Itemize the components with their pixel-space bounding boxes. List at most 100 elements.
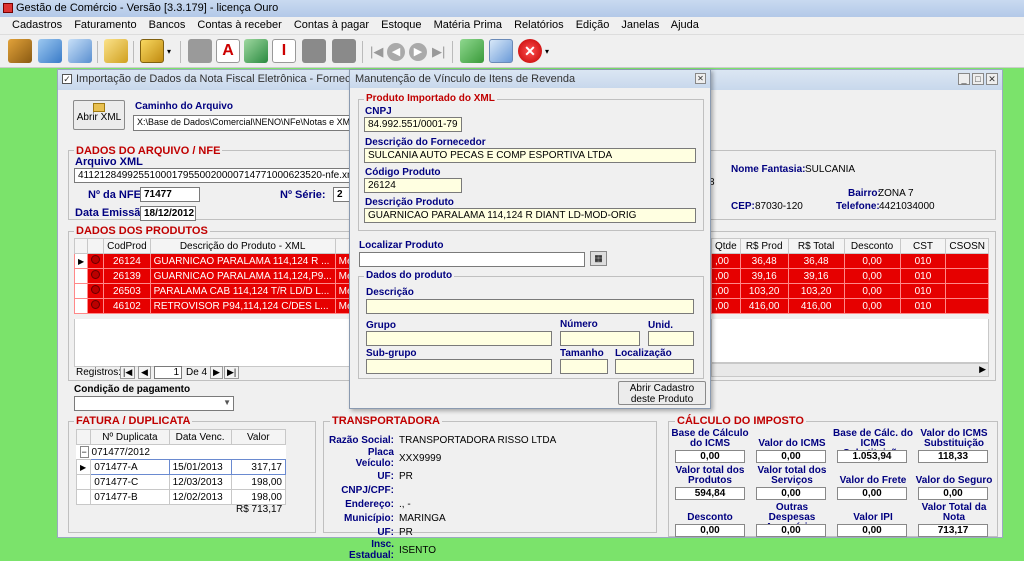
- close-icon[interactable]: ✕: [518, 39, 542, 63]
- status-dot-icon: [91, 255, 101, 264]
- table-row[interactable]: ,00 39,16 39,16 0,00 010: [711, 268, 989, 284]
- money-icon[interactable]: [460, 39, 484, 63]
- subgrupo-label: Sub-grupo: [366, 348, 417, 359]
- table-row[interactable]: 26503 PARALAMA CAB 114,124 T/R LD/D L...…: [73, 283, 385, 299]
- menu-cadastros[interactable]: Cadastros: [12, 19, 62, 31]
- descricao-field[interactable]: [366, 299, 694, 314]
- key-icon[interactable]: [140, 39, 164, 63]
- caminho-field[interactable]: X:\Base de Dados\Comercial\NENO\NFe\Nota…: [133, 115, 351, 131]
- table-row[interactable]: ,00 416,00 416,00 0,00 010: [711, 298, 989, 314]
- dropdown-arrow-icon[interactable]: ▾: [545, 47, 549, 56]
- arquivo-xml-field[interactable]: 4112128499255100017955002000071477100062…: [74, 168, 350, 183]
- codigo-field[interactable]: 26124: [364, 178, 462, 193]
- refresh-icon[interactable]: [244, 39, 268, 63]
- fantasia-label: Nome Fantasia:: [731, 164, 806, 175]
- col-csosn[interactable]: CSOSN: [945, 238, 989, 254]
- table-row[interactable]: 46102 RETROVISOR P94,114,124 C/DES L... …: [73, 298, 385, 314]
- base-icms-st-value: 1.053,94: [837, 450, 907, 463]
- tool2-icon[interactable]: [332, 39, 356, 63]
- emissao-field[interactable]: 18/12/2012: [140, 206, 196, 221]
- last-record-icon[interactable]: ▶|: [432, 44, 445, 60]
- dialog-close-button[interactable]: ✕: [695, 73, 706, 84]
- folder-icon[interactable]: [104, 39, 128, 63]
- base-icms-value: 0,00: [675, 450, 745, 463]
- table-row[interactable]: 071477-B 12/02/2013 198,00: [75, 489, 287, 505]
- descprod-field[interactable]: GUARNICAO PARALAMA 114,124 R DIANT LD-MO…: [364, 208, 696, 223]
- customers-icon[interactable]: [38, 39, 62, 63]
- table-row[interactable]: ▶ 071477-A 15/01/2013 317,17: [75, 459, 287, 475]
- menu-faturamento[interactable]: Faturamento: [74, 19, 136, 31]
- total-produtos-value: 594,84: [675, 487, 745, 500]
- folder-open-icon: [93, 103, 105, 112]
- print-icon[interactable]: [188, 39, 212, 63]
- pagamento-select[interactable]: ▼: [74, 396, 234, 411]
- telefone-value: 4421034000: [879, 201, 935, 212]
- menu-contas-receber[interactable]: Contas à receber: [197, 19, 281, 31]
- unid-field[interactable]: [648, 331, 694, 346]
- menu-contas-pagar[interactable]: Contas à pagar: [294, 19, 369, 31]
- nav-next-button[interactable]: ▶: [210, 366, 223, 379]
- text-i-icon[interactable]: I: [272, 39, 296, 63]
- search-icon[interactable]: [489, 39, 513, 63]
- col-vencimento[interactable]: Data Venc.: [168, 429, 232, 445]
- grupo-field[interactable]: [366, 331, 552, 346]
- localizar-input[interactable]: [359, 252, 585, 267]
- menu-edicao[interactable]: Edição: [576, 19, 610, 31]
- table-row[interactable]: 26139 GUARNICAO PARALAMA 114,124,P9... M…: [73, 268, 385, 284]
- menu-ajuda[interactable]: Ajuda: [671, 19, 699, 31]
- dropdown-arrow-icon[interactable]: ▾: [167, 47, 171, 56]
- menu-janelas[interactable]: Janelas: [621, 19, 659, 31]
- tamanho-field[interactable]: [560, 359, 608, 374]
- abrir-xml-button[interactable]: Abrir XML: [73, 100, 125, 130]
- localizacao-field[interactable]: [615, 359, 694, 374]
- menu-bancos[interactable]: Bancos: [149, 19, 186, 31]
- menu-relatorios[interactable]: Relatórios: [514, 19, 564, 31]
- fornecedor-field[interactable]: SULCANIA AUTO PECAS E COMP ESPORTIVA LTD…: [364, 148, 696, 163]
- maximize-button[interactable]: □: [972, 73, 984, 85]
- produtos-table-right: Qtde R$ Prod R$ Total Desconto CST CSOSN…: [711, 238, 989, 314]
- cell-desc: PARALAMA CAB 114,124 T/R LD/D L...: [149, 283, 336, 299]
- col-valor[interactable]: Valor: [230, 429, 287, 445]
- group-row[interactable]: − 071477/2012: [77, 445, 286, 460]
- app-title-bar: Gestão de Comércio - Versão [3.3.179] - …: [0, 0, 1024, 17]
- col-qtde[interactable]: Qtde: [711, 238, 741, 254]
- cnpj-field[interactable]: 84.992.551/0001-79: [364, 117, 462, 132]
- table-row[interactable]: ,00 103,20 103,20 0,00 010: [711, 283, 989, 299]
- table-row[interactable]: 071477-C 12/03/2013 198,00: [75, 474, 287, 490]
- table-row[interactable]: ,00 36,48 36,48 0,00 010: [711, 253, 989, 269]
- users-icon[interactable]: [68, 39, 92, 63]
- menu-materia-prima[interactable]: Matéria Prima: [434, 19, 502, 31]
- menu-estoque[interactable]: Estoque: [381, 19, 421, 31]
- nfe-field[interactable]: 71477: [140, 187, 200, 202]
- window-close-button[interactable]: ✕: [986, 73, 998, 85]
- first-record-icon[interactable]: |◀: [370, 44, 383, 60]
- col-desconto[interactable]: Desconto: [843, 238, 901, 254]
- collapse-icon[interactable]: −: [79, 445, 89, 458]
- next-icon[interactable]: ▶: [409, 43, 427, 61]
- nav-prev-button[interactable]: ◀: [138, 366, 151, 379]
- abrir-cadastro-button[interactable]: Abrir Cadastro deste Produto: [618, 381, 706, 405]
- col-duplicata[interactable]: Nº Duplicata: [90, 429, 170, 445]
- chevron-down-icon: ▼: [223, 398, 231, 407]
- prev-icon[interactable]: ◀: [387, 43, 405, 61]
- col-rs-prod[interactable]: R$ Prod: [739, 238, 789, 254]
- col-rs-total[interactable]: R$ Total: [787, 238, 845, 254]
- text-a-icon[interactable]: A: [216, 39, 240, 63]
- col-descricao[interactable]: Descrição do Produto - XML: [149, 238, 336, 254]
- col-codprod[interactable]: CodProd: [103, 238, 151, 254]
- status-dot-icon: [91, 270, 101, 279]
- nav-last-button[interactable]: ▶|: [224, 366, 240, 379]
- col-cst[interactable]: CST: [899, 238, 947, 254]
- horizontal-scrollbar[interactable]: ▶: [711, 363, 989, 377]
- registros-field[interactable]: 1: [154, 366, 182, 379]
- nav-first-button[interactable]: |◀: [120, 366, 136, 379]
- scroll-right-icon[interactable]: ▶: [979, 364, 986, 375]
- numero-field[interactable]: [560, 331, 640, 346]
- briefcase-icon[interactable]: [8, 39, 32, 63]
- minimize-button[interactable]: _: [958, 73, 970, 85]
- table-row[interactable]: ▶ 26124 GUARNICAO PARALAMA 114,124 R ...…: [73, 253, 385, 269]
- search-product-icon[interactable]: ▦: [590, 251, 607, 266]
- status-dot-icon: [91, 285, 101, 294]
- tool-icon[interactable]: [302, 39, 326, 63]
- subgrupo-field[interactable]: [366, 359, 552, 374]
